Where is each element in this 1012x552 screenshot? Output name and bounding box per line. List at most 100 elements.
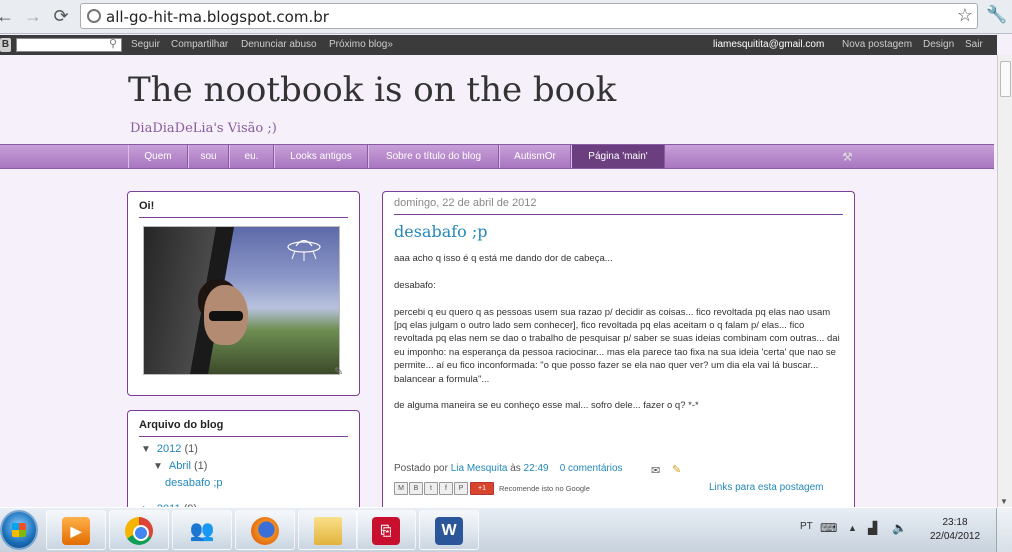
archive-link[interactable]: Abril (169, 460, 191, 472)
system-clock[interactable]: 23:18 22/04/2012 (922, 516, 988, 544)
blog-description: DiaDiaDeLia's Visão ;) (130, 121, 277, 136)
blogger-logo[interactable]: B (0, 38, 11, 52)
author-link[interactable]: Lia Mesquita (451, 463, 508, 474)
start-button[interactable] (0, 510, 38, 550)
divider (394, 214, 843, 215)
url-text[interactable]: all-go-hit-ma.blogspot.com.br (106, 8, 329, 26)
forward-icon[interactable]: → (22, 5, 44, 27)
archive-count: (1) (193, 460, 208, 472)
vertical-scrollbar[interactable]: ▼ (997, 55, 1012, 507)
clock-time: 23:18 (942, 517, 968, 528)
post-time-link[interactable]: 22:49 (524, 463, 549, 474)
google-plus-one-button[interactable]: +1 (470, 482, 494, 495)
browser-toolbar: ← → ⟳ all-go-hit-ma.blogspot.com.br ☆ 🔧 (0, 0, 1012, 34)
taskbar-explorer[interactable] (298, 510, 358, 550)
taskbar-adobe-reader[interactable]: ⎘ (356, 510, 416, 550)
taskbar-word[interactable]: W (419, 510, 479, 550)
network-icon[interactable]: ▟ (868, 521, 877, 535)
tab-sou[interactable]: sou (188, 145, 229, 168)
navbar-link-design[interactable]: Design (923, 39, 954, 50)
archive-post-desabafo[interactable]: desabafo ;p (165, 477, 223, 489)
share-facebook-button[interactable]: f (439, 482, 453, 495)
profile-photo[interactable] (143, 226, 340, 375)
recommend-label: Recomende isto no Google (499, 484, 590, 493)
keyboard-icon[interactable]: ⌨ (820, 521, 837, 535)
language-indicator[interactable]: PT (800, 521, 813, 532)
page-icon (87, 9, 101, 23)
bookmark-star-icon[interactable]: ☆ (957, 5, 973, 26)
archive-month-abril[interactable]: ▼ Abril (1) (153, 460, 207, 472)
firefox-icon (251, 517, 279, 545)
blogger-navbar: B ⚲ Seguir Compartilhar Denunciar abuso … (0, 35, 997, 55)
share-twitter-button[interactable]: t (424, 482, 438, 495)
divider (139, 436, 348, 437)
navbar-link-sair[interactable]: Sair (965, 39, 983, 50)
expand-toggle-icon[interactable]: ▼ (153, 461, 163, 472)
page-tabs: Quem sou eu. Looks antigos Sobre o títul… (0, 144, 994, 169)
archive-count: (1) (184, 443, 198, 455)
post-paragraph: de alguma maneira se eu conheço esse mal… (394, 400, 699, 412)
profile-heading: Oi! (139, 200, 155, 212)
archive-year-2012[interactable]: ▼ 2012 (1) (141, 443, 198, 455)
scroll-down-icon[interactable]: ▼ (1000, 497, 1008, 506)
at-label: às (510, 463, 521, 474)
navbar-link-proximo[interactable]: Próximo blog» (329, 39, 393, 50)
volume-icon[interactable]: 🔈 (892, 521, 907, 535)
post-links-link[interactable]: Links para esta postagem (709, 482, 824, 493)
tab-quem[interactable]: Quem (128, 145, 188, 168)
email-post-icon[interactable]: ✉ (651, 464, 660, 477)
post-footer: Postado por Lia Mesquita às 22:49 0 come… (394, 463, 623, 474)
pdf-icon: ⎘ (372, 517, 400, 545)
taskbar-chrome[interactable] (109, 510, 169, 550)
share-blog-button[interactable]: B (409, 482, 423, 495)
share-pinterest-button[interactable]: P (454, 482, 468, 495)
edit-tools-icon[interactable]: ⚒ (842, 150, 853, 164)
posted-by-label: Postado por (394, 463, 448, 474)
navbar-link-compartilhar[interactable]: Compartilhar (171, 39, 228, 50)
post-paragraph: desabafo: (394, 279, 436, 291)
taskbar-messenger[interactable]: 👥 (172, 510, 232, 550)
archive-link[interactable]: 2012 (157, 443, 181, 455)
navbar-search-input[interactable]: ⚲ (16, 38, 122, 52)
tab-pagina-main[interactable]: Página 'main' (571, 145, 665, 168)
post-paragraph: aaa acho q isso é q está me dando dor de… (394, 253, 613, 264)
ufo-doodle-icon (287, 239, 321, 261)
post-title[interactable]: desabafo ;p (394, 222, 488, 241)
clock-date: 22/04/2012 (929, 531, 981, 542)
messenger-icon: 👥 (189, 520, 215, 542)
navbar-link-denunciar[interactable]: Denunciar abuso (241, 39, 317, 50)
taskbar-firefox[interactable] (235, 510, 295, 550)
share-email-button[interactable]: M (394, 482, 408, 495)
taskbar-media-player[interactable]: ▶ (46, 510, 106, 550)
navbar-link-seguir[interactable]: Seguir (131, 39, 160, 50)
archive-heading: Arquivo do blog (139, 419, 224, 431)
wrench-icon[interactable]: 🔧 (986, 5, 1007, 25)
tray-expand-icon[interactable]: ▲ (848, 523, 857, 533)
tab-autismor[interactable]: AutismOr (499, 145, 571, 168)
search-icon[interactable]: ⚲ (109, 37, 117, 50)
tab-eu[interactable]: eu. (229, 145, 274, 168)
post-body: aaa acho q isso é q está me dando dor de… (394, 252, 846, 426)
blog-title[interactable]: The nootbook is on the book (128, 70, 616, 110)
address-bar[interactable]: all-go-hit-ma.blogspot.com.br ☆ (80, 3, 978, 29)
navbar-user-email: liamesquitita@gmail.com (713, 39, 825, 50)
back-icon[interactable]: ← (0, 5, 16, 27)
navbar-link-nova-postagem[interactable]: Nova postagem (842, 39, 912, 50)
scrollbar-thumb[interactable] (1000, 61, 1011, 97)
comments-link[interactable]: 0 comentários (560, 463, 623, 474)
windows-taskbar: ▶ 👥 ⎘ W PT ⌨ ▲ ▟ 🔈 23:18 22/04/2012 (0, 507, 1012, 552)
reload-icon[interactable]: ⟳ (50, 5, 72, 27)
edit-post-icon[interactable]: ✎ (672, 463, 681, 476)
post-paragraph: percebi q eu quero q as pessoas usem sua… (394, 306, 840, 385)
profile-gadget: Oi! ✎ (127, 191, 360, 396)
windows-logo-icon (12, 523, 26, 537)
edit-gadget-icon[interactable]: ✎ (334, 365, 343, 378)
blog-post: domingo, 22 de abril de 2012 desabafo ;p… (382, 191, 855, 507)
archive-post-link[interactable]: desabafo ;p (165, 477, 223, 489)
divider (139, 217, 348, 218)
show-desktop-button[interactable] (996, 508, 1012, 552)
tab-looks-antigos[interactable]: Looks antigos (274, 145, 368, 168)
tab-sobre-titulo[interactable]: Sobre o título do blog (368, 145, 499, 168)
chrome-icon (125, 517, 153, 545)
expand-toggle-icon[interactable]: ▼ (141, 444, 151, 455)
